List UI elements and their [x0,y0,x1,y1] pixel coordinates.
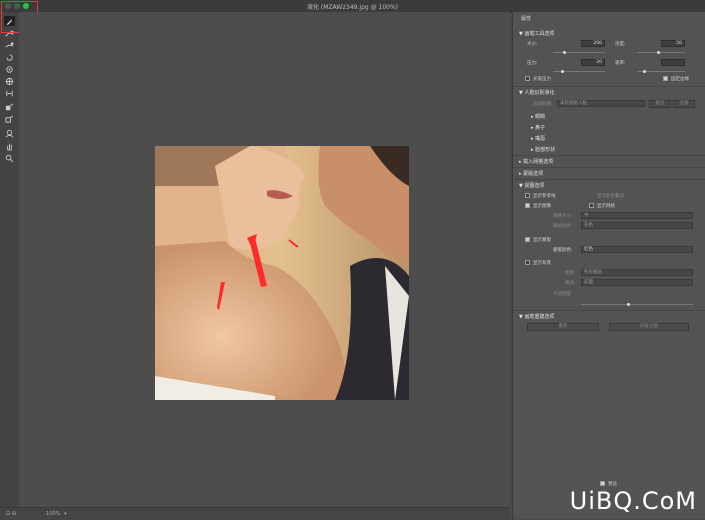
rate-label: 速率: [615,61,626,66]
opacity-slider[interactable] [581,303,693,306]
size-field[interactable]: 200 [581,40,605,47]
mesh-color-label: 网格颜色: [553,224,573,229]
twirl-icon[interactable] [4,52,15,62]
rate-slider[interactable] [637,70,685,73]
canvas-area[interactable] [19,12,510,507]
push-left-icon[interactable] [4,88,15,98]
show-mesh-checkbox[interactable] [589,203,594,208]
pressure-slider[interactable] [553,70,605,73]
tool-bar [0,12,19,507]
face-item-shape[interactable]: ▸ 脸部形状 [531,146,555,153]
thaw-mask-icon[interactable] [4,114,15,124]
face-item-nose[interactable]: ▸ 鼻子 [531,124,545,131]
show-backdrop-label: 显示背景 [533,261,551,266]
face-reset-button[interactable]: 复位 [649,100,671,108]
show-guides-label: 显示参考线 [533,194,556,199]
face-item-eyes[interactable]: ▸ 眼睛 [531,113,545,120]
restore-all-button[interactable]: 恢复全部 [609,323,689,331]
pressure-label: 压力: [527,61,538,66]
mode-label: 模式: [565,281,576,286]
mask-color-dropdown[interactable]: 红色 [581,246,693,253]
show-mesh-label: 显示网格 [597,204,615,209]
use-label: 使用: [565,271,576,276]
select-face-dropdown[interactable]: 未检测到人脸 [557,100,645,107]
rate-field[interactable] [661,59,685,66]
face-section-header[interactable]: ▼ 人脸识别液化 [519,89,554,96]
face-all-button[interactable]: 全部 [673,100,695,108]
face-tool-icon[interactable] [4,128,15,138]
pressure-field[interactable]: 20 [581,59,605,66]
show-mask-checkbox[interactable] [525,237,530,242]
mesh-color-dropdown[interactable]: 灰色 [581,222,693,229]
density-slider[interactable] [637,51,685,54]
mesh-size-dropdown[interactable]: 中 [581,212,693,219]
zoom-controls[interactable]: ⊟ ⊞ [6,511,16,517]
mask-section-header[interactable]: ▸ 蒙版选项 [519,170,543,177]
mask-color-label: 蒙版颜色: [553,248,573,253]
select-face-label: 选择脸部: [533,102,553,107]
rebuild-section-header[interactable]: ▼ 画笔重建选项 [519,313,554,320]
smooth-icon[interactable] [4,40,15,50]
stylus-pressure-checkbox[interactable] [525,76,530,81]
mode-dropdown[interactable]: 前面 [581,279,693,286]
window-title: 液化 (MZAW2349.jpg @ 100%) [306,4,398,11]
properties-panel: 属性 ▼ 画笔工具选项 大小: 200 浓度: 50 压力: 20 速率: 光笔… [512,12,705,519]
watermark: UiBQ.CoM [569,487,697,515]
bloat-icon[interactable] [4,76,15,86]
show-image-label: 显示图像 [533,204,551,209]
density-label: 浓度: [615,42,626,47]
load-mesh-section-header[interactable]: ▸ 载入网格选项 [519,158,553,165]
show-backdrop-checkbox[interactable] [525,260,530,265]
size-slider[interactable] [553,51,605,54]
rebuild-button[interactable]: 重建 [527,323,599,331]
pin-edges-label: 固定边缘 [671,77,689,82]
status-bar: ⊟ ⊞ 100% ▾ [0,507,510,520]
use-dropdown[interactable]: 所有图层 [581,269,693,276]
mesh-size-label: 网格大小: [553,214,573,219]
opacity-label: 不透明度: [553,292,573,297]
show-image-checkbox[interactable] [525,203,530,208]
hand-icon[interactable] [4,141,15,151]
density-field[interactable]: 50 [661,40,685,47]
zoom-dropdown-icon[interactable]: ▾ [64,511,67,517]
stylus-pressure-label: 光笔压力 [533,77,551,82]
preview-checkbox[interactable] [600,481,605,486]
zoom-level[interactable]: 100% [46,511,60,517]
size-label: 大小: [527,42,538,47]
show-guides-checkbox[interactable] [525,193,530,198]
pucker-icon[interactable] [4,64,15,74]
show-mask-label: 显示蒙版 [533,238,551,243]
zoom-icon[interactable] [4,153,15,163]
face-overlay-label: 显示脸部叠加 [597,194,624,199]
brush-section-header[interactable]: ▼ 画笔工具选项 [519,30,554,37]
freeze-mask-icon[interactable] [4,102,15,112]
face-item-mouth[interactable]: ▸ 嘴唇 [531,135,545,142]
photo-preview[interactable] [155,146,409,400]
panel-title: 属性 [521,16,532,22]
view-section-header[interactable]: ▼ 视图选项 [519,182,544,189]
pin-edges-checkbox[interactable] [663,76,668,81]
